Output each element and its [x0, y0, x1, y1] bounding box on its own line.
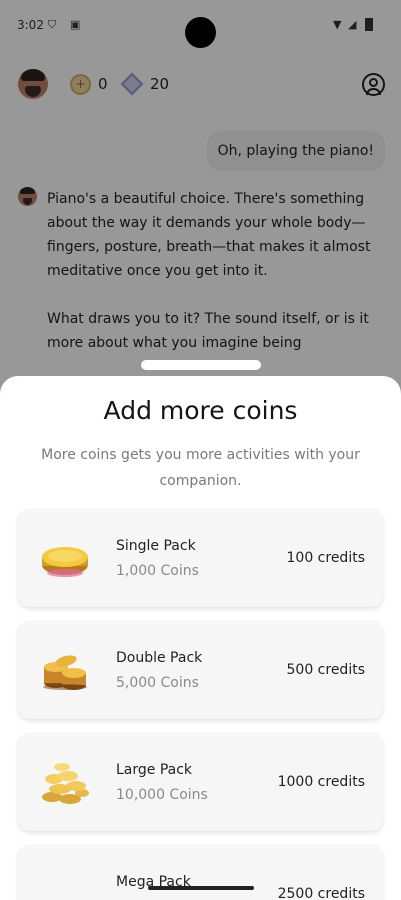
sheet-drag-handle[interactable]	[141, 360, 261, 370]
add-coins-sheet: Add more coins More coins gets you more …	[0, 376, 401, 900]
pack-price: 500 credits	[286, 662, 366, 678]
pack-card-double[interactable]: Double Pack 5,000 Coins 500 credits	[18, 621, 383, 719]
pack-price: 2500 credits	[277, 886, 365, 900]
pack-card-large[interactable]: Large Pack 10,000 Coins 1000 credits	[18, 733, 383, 831]
coin-stack-icon	[43, 655, 87, 690]
pack-card-mega[interactable]: Mega Pack 2500 credits	[18, 845, 383, 900]
sheet-title: Add more coins	[103, 396, 298, 425]
pack-coins: 5,000 Coins	[116, 675, 199, 691]
pack-price: 1000 credits	[277, 774, 365, 790]
pack-name: Single Pack	[116, 538, 196, 554]
sheet-subtitle: More coins gets you more activities with…	[41, 447, 360, 489]
pack-name: Large Pack	[116, 762, 193, 778]
pack-coins: 10,000 Coins	[116, 787, 208, 803]
pack-price: 100 credits	[286, 550, 366, 566]
pack-card-single[interactable]: Single Pack 1,000 Coins 100 credits	[18, 509, 383, 607]
pack-name: Double Pack	[116, 650, 203, 666]
coin-pile-icon	[42, 763, 89, 804]
pack-coins: 1,000 Coins	[116, 563, 199, 579]
home-indicator[interactable]	[148, 886, 254, 890]
single-coin-icon	[42, 547, 88, 577]
